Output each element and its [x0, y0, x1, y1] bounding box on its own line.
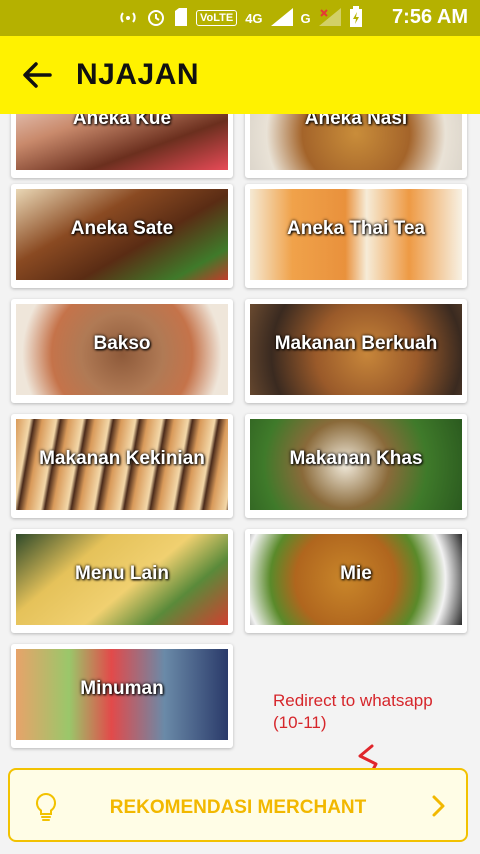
sim-icon — [174, 7, 188, 30]
status-bar: VoLTE 4G G 7:56 AM — [0, 0, 480, 36]
category-label: Menu Lain — [75, 563, 169, 584]
category-label: Makanan Kekinian — [39, 448, 205, 469]
category-card-aneka-sate[interactable]: Aneka Sate — [11, 184, 233, 288]
recommend-merchant-label: REKOMENDASI MERCHANT — [109, 797, 367, 818]
category-label: Mie — [340, 563, 372, 584]
category-grid: Aneka Kue Aneka Nasi Aneka Sate Aneka Th… — [0, 114, 480, 754]
network-g-label: G — [300, 10, 311, 26]
battery-charging-icon — [349, 5, 363, 31]
category-label: Aneka Thai Tea — [287, 218, 425, 239]
network-4g-label: 4G — [245, 10, 263, 26]
category-label: Aneka Nasi — [304, 114, 408, 129]
category-card-aneka-nasi[interactable]: Aneka Nasi — [245, 114, 467, 178]
arrow-left-icon — [23, 62, 52, 88]
volte-badge: VoLTE — [196, 10, 238, 26]
recommend-merchant-button[interactable]: REKOMENDASI MERCHANT — [8, 768, 468, 842]
category-label: Aneka Sate — [70, 218, 174, 239]
annotation-line: (10-11) — [273, 713, 327, 732]
hotspot-icon — [118, 7, 138, 30]
annotation-line: Redirect to whatsapp — [273, 691, 433, 710]
category-card-aneka-thai-tea[interactable]: Aneka Thai Tea — [245, 184, 467, 288]
annotation-note: Redirect to whatsapp (10-11) — [273, 690, 433, 734]
category-card-minuman[interactable]: Minuman — [11, 644, 233, 748]
chevron-right-icon — [432, 795, 445, 817]
page-title: NJAJAN — [76, 58, 200, 91]
signal-off-icon — [318, 7, 341, 29]
status-time: 7:56 AM — [392, 6, 468, 28]
app-bar: NJAJAN — [0, 36, 480, 114]
status-icons: VoLTE 4G G — [118, 5, 363, 31]
category-card-makanan-berkuah[interactable]: Makanan Berkuah — [245, 299, 467, 403]
category-label: Makanan Berkuah — [274, 333, 438, 354]
alarm-icon — [146, 7, 166, 30]
signal-icon — [270, 7, 293, 29]
category-card-bakso[interactable]: Bakso — [11, 299, 233, 403]
category-label: Aneka Kue — [72, 114, 172, 129]
category-card-makanan-khas[interactable]: Makanan Khas — [245, 414, 467, 518]
category-card-menu-lain[interactable]: Menu Lain — [11, 529, 233, 633]
category-card-mie[interactable]: Mie — [245, 529, 467, 633]
category-card-makanan-kekinian[interactable]: Makanan Kekinian — [11, 414, 233, 518]
category-label: Minuman — [80, 678, 164, 699]
category-card-aneka-kue[interactable]: Aneka Kue — [11, 114, 233, 178]
back-button[interactable] — [20, 58, 54, 92]
category-label: Bakso — [93, 333, 151, 354]
category-label: Makanan Khas — [289, 448, 423, 469]
